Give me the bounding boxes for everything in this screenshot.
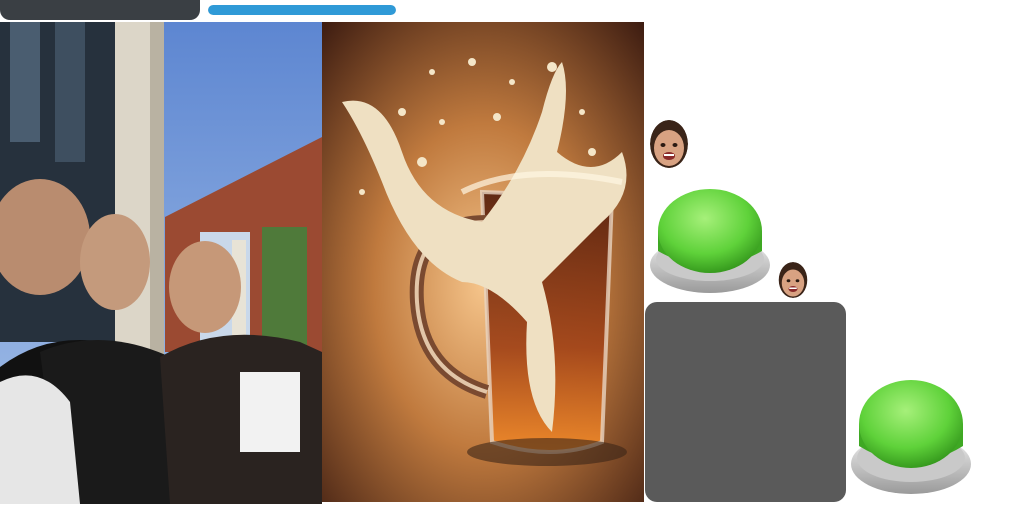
progress-bar xyxy=(208,5,396,15)
group-selfie-photo xyxy=(0,22,322,504)
player-face-avatar xyxy=(778,262,808,298)
progress-bar-fill xyxy=(208,5,396,15)
gray-platform-block xyxy=(645,302,846,502)
player-face-avatar xyxy=(650,120,688,168)
beer-mug-splash xyxy=(322,22,644,502)
green-arcade-button[interactable] xyxy=(648,185,772,297)
green-arcade-button[interactable] xyxy=(849,376,973,496)
top-hud-panel xyxy=(0,0,200,20)
